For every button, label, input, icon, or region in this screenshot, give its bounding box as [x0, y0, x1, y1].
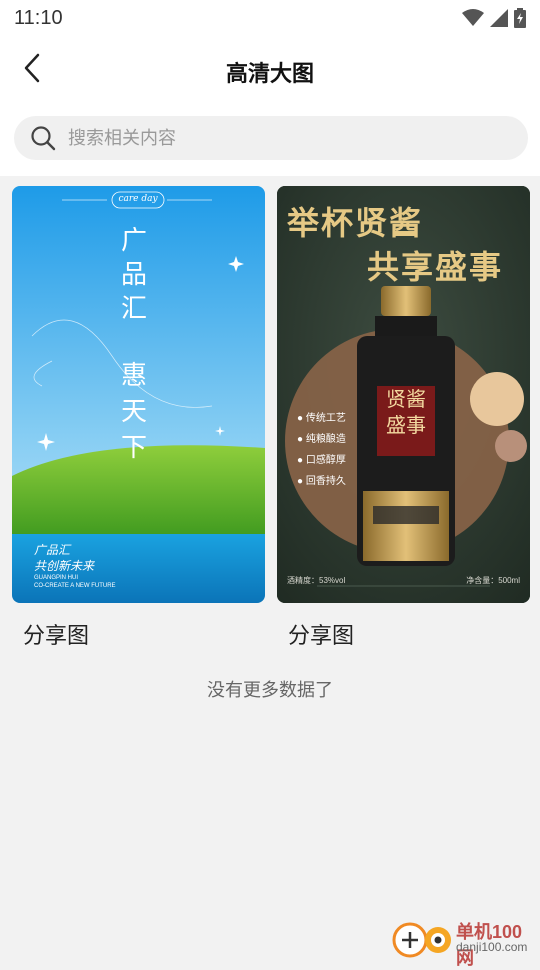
poster1-heading2: 惠 天 下: [118, 358, 150, 466]
poster1-slogan-line1: 广品汇: [34, 543, 71, 557]
card-label-2: 分享图: [288, 623, 355, 648]
poster2-bullet: ● 纯粮酿造: [297, 434, 346, 445]
status-icons: [462, 8, 526, 28]
poster1-heading-char: 品: [120, 260, 147, 290]
poster2-headline1: 举杯贤酱: [287, 205, 424, 241]
poster2-volume: 净含量：500ml: [466, 576, 520, 585]
wifi-icon: [462, 9, 484, 26]
poster1-heading2-char: 天: [120, 397, 147, 427]
poster1-heading: 广 品 汇: [118, 224, 150, 326]
poster2-bullet-text: 回香持久: [305, 476, 346, 487]
poster1-badge: care day: [118, 194, 158, 204]
poster2-bullet: ● 回香持久: [297, 476, 346, 487]
poster2-headline2: 共享盛事: [367, 249, 504, 285]
poster1-slogan-line2: 共创新未来: [34, 559, 95, 573]
poster2-bullets: ● 传统工艺 ● 纯粮酿造 ● 口感醇厚 ● 回香持久: [297, 408, 346, 492]
search-bar: [0, 106, 540, 176]
poster1-heading-char: 广: [120, 226, 147, 256]
watermark: 单机100网 danji100.com: [392, 916, 540, 968]
poster2-bottle-label-line: 盛事: [386, 413, 426, 437]
search-icon: [31, 126, 56, 151]
poster2-bullet-text: 纯粮酿造: [305, 434, 346, 445]
signal-icon: [490, 9, 508, 27]
poster2-abv: 酒精度：53%vol: [287, 576, 346, 585]
poster1-heading2-char: 下: [120, 433, 147, 463]
poster2-bullet-text: 口感醇厚: [305, 455, 346, 466]
page-title: 高清大图: [225, 61, 314, 86]
status-time: 11:10: [14, 6, 63, 29]
poster2-bullet: ● 口感醇厚: [297, 455, 346, 466]
watermark-text-2: danji100.com: [456, 940, 528, 954]
poster2-bullet: ● 传统工艺: [297, 413, 346, 424]
status-bar: 11:10: [0, 0, 540, 36]
header: 高清大图: [0, 36, 540, 106]
poster1-small-line1: GUANGPIN HUI: [34, 575, 79, 581]
no-more-data-text: 没有更多数据了: [207, 680, 333, 700]
battery-icon: [514, 8, 526, 28]
share-image-card-1[interactable]: care day 广 品 汇 惠 天 下 广品汇 共创新未来 GUANGPIN …: [12, 186, 265, 603]
share-image-card-2[interactable]: 举杯贤酱 共享盛事 贤酱 盛事 ● 传统工艺 ● 纯粮酿造 ● 口感醇厚 ● 回…: [277, 186, 530, 603]
search-box[interactable]: [14, 116, 528, 160]
poster1-heading2-char: 惠: [120, 361, 147, 391]
watermark-logo-icon: [392, 922, 451, 958]
poster2-bullet-text: 传统工艺: [305, 413, 346, 424]
card-label-1: 分享图: [23, 623, 90, 648]
poster2-bottle-label: 贤酱 盛事: [381, 386, 431, 438]
poster1-small-line2: CO-CREATE A NEW FUTURE: [34, 583, 116, 589]
search-input[interactable]: [66, 126, 490, 150]
poster2-bottle-label-line: 贤酱: [386, 387, 426, 411]
poster1-heading-char: 汇: [120, 294, 147, 324]
